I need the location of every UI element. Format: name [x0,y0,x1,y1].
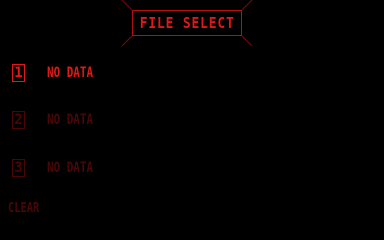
slot-number-2: 2 [12,111,25,129]
slot-status-1: NO DATA [47,65,94,81]
slot-number-1: 1 [12,64,25,82]
slot-status-3: NO DATA [47,160,94,176]
file-slot-2[interactable]: 2 NO DATA [12,110,106,130]
file-slot-3[interactable]: 3 NO DATA [12,158,106,178]
slot-number-3: 3 [12,159,25,177]
page-title-box: FILE SELECT [132,10,242,36]
page-title: FILE SELECT [139,14,235,32]
clear-button[interactable]: CLEAR [8,201,39,216]
file-slot-1[interactable]: 1 NO DATA [12,63,106,83]
slot-status-2: NO DATA [47,112,94,128]
